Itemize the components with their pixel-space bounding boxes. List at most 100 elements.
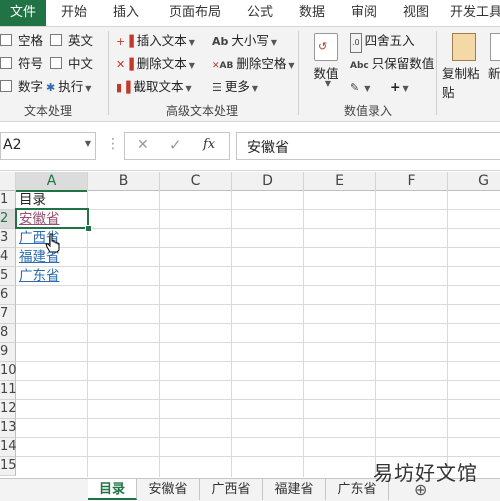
option-chinese[interactable]: 中文 bbox=[50, 55, 93, 73]
copy-paste-button[interactable]: 复制粘贴 bbox=[442, 33, 486, 100]
value-icon: ↺ bbox=[314, 33, 338, 61]
sheet-tab-fujian[interactable]: 福建省 bbox=[263, 479, 326, 500]
delete-text-icon: ✕▐ bbox=[116, 58, 134, 71]
edit-icon: ✎ bbox=[350, 81, 360, 94]
insert-text-button[interactable]: +▐ 插入文本 ▼ bbox=[116, 32, 195, 50]
row-header-1[interactable]: 1 bbox=[0, 191, 16, 210]
insert-function-icon[interactable]: fx bbox=[203, 137, 215, 152]
formula-input[interactable]: 安徽省 bbox=[236, 132, 500, 160]
menu-view[interactable]: 视图 bbox=[396, 0, 436, 26]
keep-value-icon: Abc bbox=[350, 61, 369, 71]
grid-line bbox=[16, 399, 500, 400]
menu-page-layout[interactable]: 页面布局 bbox=[160, 0, 230, 26]
hand-cursor-icon bbox=[45, 233, 60, 253]
grid-line bbox=[159, 190, 160, 477]
group-label-value: 数值录入 bbox=[344, 104, 393, 118]
grid-line bbox=[16, 247, 500, 248]
menu-bar: 文件 开始 插入 页面布局 公式 数据 审阅 视图 开发工具 bbox=[0, 0, 500, 27]
number-checkbox[interactable] bbox=[0, 80, 12, 92]
row-header-3[interactable]: 3 bbox=[0, 229, 16, 248]
row-header-14[interactable]: 14 bbox=[0, 438, 17, 457]
row-header-13[interactable]: 13 bbox=[0, 419, 17, 438]
new-button[interactable]: 新 bbox=[488, 33, 500, 99]
grid-line bbox=[375, 190, 376, 477]
menu-data[interactable]: 数据 bbox=[292, 0, 332, 26]
chinese-checkbox[interactable] bbox=[50, 57, 62, 69]
row-header-4[interactable]: 4 bbox=[0, 248, 16, 267]
cell-a5-link[interactable]: 广东省 bbox=[19, 267, 60, 285]
delete-text-button[interactable]: ✕▐ 删除文本 ▼ bbox=[116, 55, 195, 73]
execute-button[interactable]: ✱ 执行 ▼ bbox=[46, 78, 91, 96]
drag-handle-icon[interactable]: ⋮ bbox=[106, 136, 120, 152]
option-english[interactable]: 英文 bbox=[50, 32, 93, 50]
chevron-down-icon[interactable]: ▼ bbox=[85, 139, 91, 148]
chevron-down-icon: ▼ bbox=[85, 84, 92, 93]
row-header-5[interactable]: 5 bbox=[0, 267, 16, 286]
case-button[interactable]: Ab 大小写 ▼ bbox=[212, 32, 277, 50]
spreadsheet-grid[interactable]: A B C D E F G 1 2 3 4 5 6 7 8 9 10 11 12… bbox=[0, 172, 500, 477]
symbol-checkbox[interactable] bbox=[0, 57, 12, 69]
row-header-10[interactable]: 10 bbox=[0, 362, 17, 381]
row-header-6[interactable]: 6 bbox=[0, 286, 16, 305]
round-button[interactable]: .0 四舍五入 bbox=[350, 32, 415, 53]
more-button[interactable]: ☰ 更多 ▼ bbox=[212, 78, 258, 96]
group-label-text: 文本处理 bbox=[24, 104, 73, 118]
select-all-corner[interactable] bbox=[0, 172, 16, 191]
row-header-2[interactable]: 2 bbox=[0, 210, 16, 229]
add-button[interactable]: + ▼ bbox=[390, 78, 409, 96]
menu-file[interactable]: 文件 bbox=[0, 0, 46, 26]
grid-line bbox=[16, 380, 500, 381]
menu-insert[interactable]: 插入 bbox=[104, 0, 148, 26]
cell-a1[interactable]: 目录 bbox=[19, 191, 46, 209]
clipboard-icon bbox=[452, 33, 476, 61]
plus-icon: + bbox=[390, 79, 401, 94]
value-button[interactable]: ↺ 数值 ▼ bbox=[306, 33, 346, 99]
menu-home[interactable]: 开始 bbox=[52, 0, 96, 26]
row-header-15[interactable]: 15 bbox=[0, 457, 17, 476]
sheet-tab-guangxi[interactable]: 广西省 bbox=[200, 479, 263, 500]
edit-cell-button[interactable]: ✎ ▼ bbox=[350, 78, 370, 96]
group-label-advanced: 高级文本处理 bbox=[166, 104, 239, 118]
grid-line bbox=[87, 190, 88, 477]
row-header-8[interactable]: 8 bbox=[0, 324, 16, 343]
group-divider bbox=[298, 31, 299, 115]
column-header-g[interactable]: G bbox=[448, 172, 500, 191]
delete-spaces-icon: ✕AB bbox=[212, 61, 234, 71]
column-header-b[interactable]: B bbox=[88, 172, 160, 191]
row-header-11[interactable]: 11 bbox=[0, 381, 17, 400]
watermark: 易坊好文馆 bbox=[373, 461, 478, 485]
row-header-9[interactable]: 9 bbox=[0, 343, 16, 362]
extract-text-button[interactable]: ▮▐ 截取文本 ▼ bbox=[116, 78, 192, 96]
keep-value-button[interactable]: Abc 只保留数值 bbox=[350, 55, 434, 73]
delete-spaces-button[interactable]: ✕AB 删除空格 ▼ bbox=[212, 55, 295, 73]
space-checkbox[interactable] bbox=[0, 34, 12, 46]
row-header-7[interactable]: 7 bbox=[0, 305, 16, 324]
menu-formulas[interactable]: 公式 bbox=[240, 0, 280, 26]
menu-review[interactable]: 审阅 bbox=[344, 0, 384, 26]
option-space[interactable]: 空格 bbox=[0, 32, 43, 50]
column-header-f[interactable]: F bbox=[376, 172, 448, 191]
chevron-down-icon: ▼ bbox=[324, 79, 332, 88]
sheet-tab-index[interactable]: 目录 bbox=[88, 479, 137, 500]
english-checkbox[interactable] bbox=[50, 34, 62, 46]
more-icon: ☰ bbox=[212, 81, 222, 94]
cancel-icon[interactable]: ✕ bbox=[137, 137, 149, 153]
sheet-tab-anhui[interactable]: 安徽省 bbox=[137, 479, 200, 500]
column-header-c[interactable]: C bbox=[160, 172, 232, 191]
insert-text-icon: +▐ bbox=[116, 35, 134, 48]
column-header-d[interactable]: D bbox=[232, 172, 304, 191]
grid-line bbox=[16, 285, 500, 286]
grid-line bbox=[16, 266, 500, 267]
grid-line bbox=[231, 190, 232, 477]
menu-developer[interactable]: 开发工具 bbox=[450, 0, 500, 26]
option-symbol[interactable]: 符号 bbox=[0, 55, 43, 73]
confirm-icon[interactable]: ✓ bbox=[169, 136, 182, 154]
chevron-down-icon: ▼ bbox=[185, 84, 192, 93]
row-header-12[interactable]: 12 bbox=[0, 400, 17, 419]
fill-handle[interactable] bbox=[85, 225, 92, 232]
column-header-e[interactable]: E bbox=[304, 172, 376, 191]
option-number[interactable]: 数字 bbox=[0, 78, 43, 96]
name-box[interactable]: A2 ▼ bbox=[0, 132, 96, 160]
ribbon: 空格 英文 符号 中文 数字 ✱ 执行 ▼ 文本处理 +▐ 插入文本 ▼ ✕▐ 删除文本 ▼… bbox=[0, 27, 500, 122]
column-header-a[interactable]: A bbox=[16, 172, 88, 192]
